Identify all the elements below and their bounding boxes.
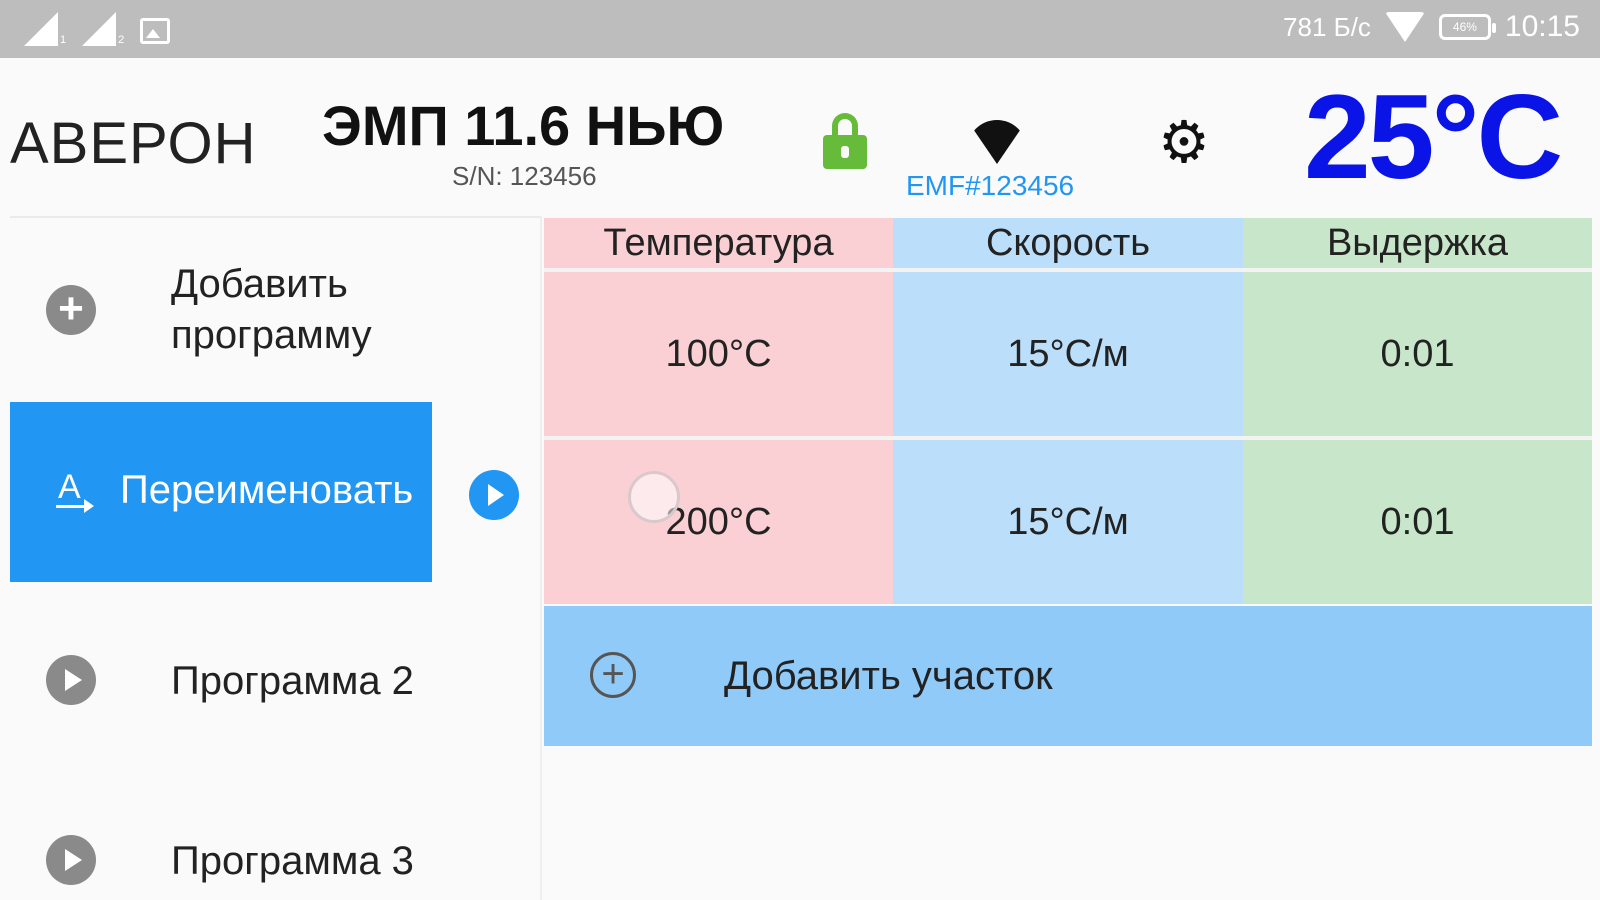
sidebar-item-program-2[interactable]: Программа 2 bbox=[0, 650, 540, 730]
status-left: 1 2 bbox=[24, 12, 171, 46]
cell-hold[interactable]: 0:01 bbox=[1243, 272, 1592, 436]
table-row[interactable]: 200°C 15°C/м 0:01 bbox=[544, 440, 1592, 604]
status-right: 781 Б/с 46% 10:15 bbox=[1283, 10, 1580, 44]
image-notification-icon bbox=[140, 18, 171, 44]
gear-icon[interactable]: ⚙ bbox=[1158, 114, 1210, 172]
table-row[interactable]: 100°C 15°C/м 0:01 bbox=[544, 272, 1592, 436]
rename-label: Переименовать bbox=[120, 468, 414, 512]
wifi-icon[interactable] bbox=[967, 120, 1027, 164]
add-section-label: Добавить участок bbox=[724, 654, 1053, 698]
play-icon bbox=[46, 655, 96, 705]
sim-1-label: 1 bbox=[60, 34, 67, 46]
rename-button[interactable]: A Переименовать bbox=[10, 402, 432, 582]
add-section-button[interactable]: + Добавить участок bbox=[544, 606, 1592, 746]
cell-temperature[interactable]: 200°C bbox=[544, 440, 893, 604]
cell-speed[interactable]: 15°C/м bbox=[893, 440, 1243, 604]
brand-name: АВЕРОН bbox=[10, 111, 257, 176]
lock-body bbox=[823, 135, 867, 169]
header-temperature: Температура bbox=[544, 218, 893, 268]
touch-indicator bbox=[628, 471, 680, 523]
current-temperature: 25°C bbox=[1304, 70, 1563, 204]
sidebar-item-program-3[interactable]: Программа 3 bbox=[0, 830, 540, 900]
signal-1-icon bbox=[24, 12, 58, 46]
sidebar-divider bbox=[10, 216, 540, 218]
cell-temperature[interactable]: 100°C bbox=[544, 272, 893, 436]
plus-circle-icon: + bbox=[46, 285, 96, 335]
sidebar-item-label: Программа 3 bbox=[171, 839, 414, 883]
battery-level: 46% bbox=[1452, 20, 1477, 34]
sidebar-item-label: Программа 2 bbox=[171, 659, 414, 703]
header-hold: Выдержка bbox=[1243, 218, 1592, 268]
plus-circle-outline-icon: + bbox=[590, 652, 636, 698]
cell-hold[interactable]: 0:01 bbox=[1243, 440, 1592, 604]
rename-icon: A bbox=[54, 468, 94, 514]
app-header: АВЕРОН ЭМП 11.6 НЬЮ S/N: 123456 EMF#1234… bbox=[0, 58, 1600, 210]
table-header: Температура Скорость Выдержка bbox=[544, 218, 1592, 268]
add-program-label: Добавить программу bbox=[171, 262, 372, 358]
wifi-network-name[interactable]: EMF#123456 bbox=[906, 170, 1074, 202]
run-program-play-icon[interactable] bbox=[469, 470, 519, 520]
play-icon bbox=[46, 835, 96, 885]
signal-2-icon bbox=[82, 12, 117, 46]
sim-2-label: 2 bbox=[118, 34, 125, 46]
header-speed: Скорость bbox=[893, 218, 1243, 268]
clock: 10:15 bbox=[1504, 10, 1580, 43]
cell-speed[interactable]: 15°C/м bbox=[893, 272, 1243, 436]
network-speed: 781 Б/с bbox=[1283, 11, 1371, 42]
add-program-button[interactable]: + Добавить программу bbox=[0, 255, 540, 365]
lock-icon[interactable] bbox=[823, 113, 867, 169]
battery-icon: 46% bbox=[1438, 14, 1496, 40]
wifi-status-icon bbox=[1384, 12, 1425, 42]
panel-divider bbox=[540, 216, 542, 900]
status-bar: 1 2 781 Б/с 46% 10:15 bbox=[0, 0, 1600, 58]
device-model: ЭМП 11.6 НЬЮ bbox=[322, 94, 725, 157]
serial-number: S/N: 123456 bbox=[452, 161, 597, 191]
